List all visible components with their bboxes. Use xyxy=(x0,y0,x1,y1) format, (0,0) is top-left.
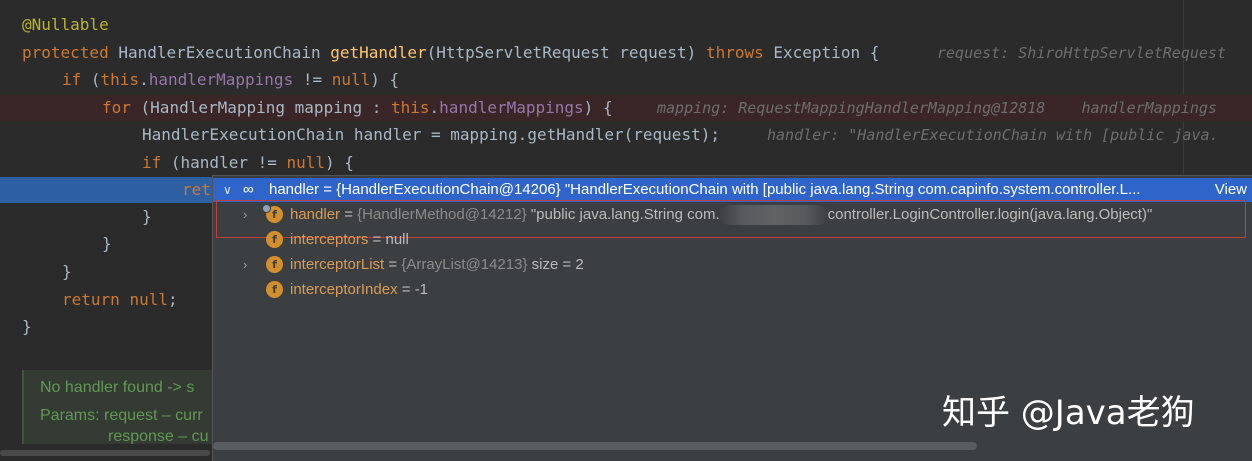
code-line-6[interactable]: if (handler != null) { xyxy=(0,150,1252,176)
view-link[interactable]: View xyxy=(1215,178,1247,202)
if-handler-not-null: if (handler != null) { xyxy=(142,153,354,172)
popup-header-value: handler = {HandlerExecutionChain@14206} … xyxy=(269,181,1141,198)
closing-brace: } xyxy=(62,262,72,281)
expand-arrow-icon[interactable]: › xyxy=(243,202,247,227)
field-icon: f xyxy=(266,256,283,273)
if-handler-mappings: if (this.handlerMappings != null) { xyxy=(62,70,400,89)
return-null: return null; xyxy=(62,290,178,309)
tree-row-content: interceptorIndex = -1 xyxy=(290,281,429,298)
popup-header-row[interactable]: ∨ ∞ handler = {HandlerExecutionChain@142… xyxy=(213,178,1252,202)
return-statement: ret xyxy=(182,180,211,199)
blurred-text xyxy=(719,205,828,226)
code-line-5[interactable]: HandlerExecutionChain handler = mapping.… xyxy=(0,122,1252,148)
tree-row-content: interceptors = null xyxy=(290,231,409,248)
tree-row-content: handler = {HandlerMethod@14212} "public … xyxy=(290,202,1152,227)
annotation-nullable: @Nullable xyxy=(22,15,109,34)
popup-horizontal-scrollbar[interactable] xyxy=(213,442,977,450)
get-handler-call: HandlerExecutionChain handler = mapping.… xyxy=(142,125,720,144)
code-line-3[interactable]: if (this.handlerMappings != null) { xyxy=(0,67,1252,93)
tree-row-interceptors[interactable]: f interceptors = null xyxy=(213,227,1252,252)
expand-arrow-icon[interactable]: › xyxy=(243,252,247,277)
javadoc-line: No handler found -> s xyxy=(40,379,195,396)
method-signature: protected HandlerExecutionChain getHandl… xyxy=(22,43,880,62)
tree-row-interceptorList[interactable]: › f interceptorList = {ArrayList@14213} … xyxy=(213,252,1252,277)
tree-row-interceptorIndex[interactable]: f interceptorIndex = -1 xyxy=(213,277,1252,302)
closing-brace: } xyxy=(102,234,112,253)
collapse-chevron-icon[interactable]: ∨ xyxy=(223,178,232,202)
for-loop: for (HandlerMapping mapping : this.handl… xyxy=(102,98,613,117)
inline-debug-value-mapping: mapping: RequestMappingHandlerMapping@12… xyxy=(657,99,1217,117)
inline-debug-value-handler: handler: "HandlerExecutionChain with [pu… xyxy=(767,126,1219,144)
pin-badge-icon xyxy=(262,204,271,213)
tree-row-handler[interactable]: › f handler = {HandlerMethod@14212} "pub… xyxy=(213,202,1252,227)
inline-debug-value-request: request: ShiroHttpServletRequest xyxy=(937,44,1226,62)
code-line-1[interactable]: @Nullable xyxy=(0,12,1252,38)
javadoc-line: Params: request – curr xyxy=(40,407,203,424)
field-icon: f xyxy=(266,231,283,248)
closing-brace: } xyxy=(142,207,152,226)
watch-glasses-icon: ∞ xyxy=(243,181,254,198)
closing-brace: } xyxy=(22,317,32,336)
field-icon: f xyxy=(266,281,283,298)
zhihu-watermark: 知乎 @Java老狗 xyxy=(942,393,1195,433)
code-line-4-breakpoint[interactable]: for (HandlerMapping mapping : this.handl… xyxy=(0,95,1252,121)
horizontal-scrollbar-thumb[interactable] xyxy=(0,450,210,456)
tree-row-content: interceptorList = {ArrayList@14213} size… xyxy=(290,256,584,273)
code-line-2[interactable]: protected HandlerExecutionChain getHandl… xyxy=(0,40,1252,66)
